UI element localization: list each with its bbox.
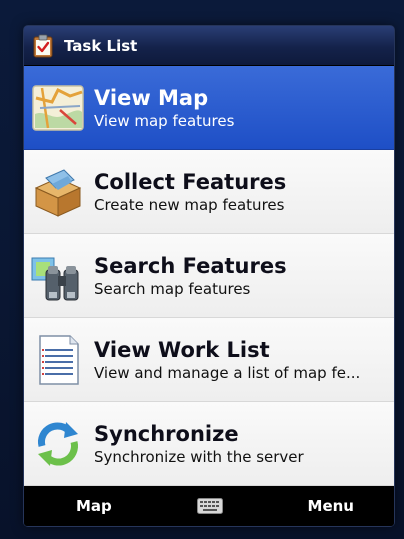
sync-icon bbox=[38, 421, 78, 466]
device-frame: Task List View Map View map features Col… bbox=[24, 26, 394, 526]
title-bar: Task List bbox=[24, 26, 394, 66]
map-icon bbox=[32, 84, 84, 131]
task-subtitle: View map features bbox=[94, 111, 235, 130]
document-list-icon bbox=[39, 334, 79, 385]
task-subtitle: Search map features bbox=[94, 279, 251, 298]
task-item-synchronize[interactable]: Synchronize Synchronize with the server bbox=[24, 402, 394, 486]
task-item-view-map[interactable]: View Map View map features bbox=[24, 66, 394, 150]
box-icon bbox=[34, 168, 82, 217]
binoculars-icon bbox=[31, 257, 79, 300]
task-label: View Map bbox=[94, 85, 209, 110]
task-list: View Map View map features Collect Featu… bbox=[24, 66, 394, 486]
task-item-search-features[interactable]: Search Features Search map features bbox=[24, 234, 394, 318]
task-item-collect-features[interactable]: Collect Features Create new map features bbox=[24, 150, 394, 234]
task-texts: Collect Features Create new map features bbox=[94, 169, 390, 215]
screen: Task List View Map View map features Col… bbox=[24, 26, 394, 526]
clipboard-check-icon bbox=[33, 34, 53, 57]
keyboard-icon[interactable] bbox=[196, 498, 223, 514]
task-subtitle: View and manage a list of map fe... bbox=[94, 363, 361, 382]
task-label: Synchronize bbox=[94, 421, 239, 446]
task-texts: View Map View map features bbox=[94, 85, 390, 131]
task-texts: View Work List View and manage a list of… bbox=[94, 337, 390, 383]
window-title: Task List bbox=[64, 36, 138, 55]
task-texts: Search Features Search map features bbox=[94, 253, 390, 299]
task-label: Collect Features bbox=[94, 169, 287, 194]
task-subtitle: Synchronize with the server bbox=[94, 447, 304, 466]
task-texts: Synchronize Synchronize with the server bbox=[94, 421, 390, 467]
map-softkey[interactable]: Map bbox=[76, 497, 112, 515]
task-label: View Work List bbox=[94, 337, 270, 362]
task-item-view-work-list[interactable]: View Work List View and manage a list of… bbox=[24, 318, 394, 402]
task-subtitle: Create new map features bbox=[94, 195, 285, 214]
task-label: Search Features bbox=[94, 253, 287, 278]
softkey-bar: Map Menu bbox=[24, 486, 394, 526]
menu-softkey[interactable]: Menu bbox=[308, 497, 354, 515]
